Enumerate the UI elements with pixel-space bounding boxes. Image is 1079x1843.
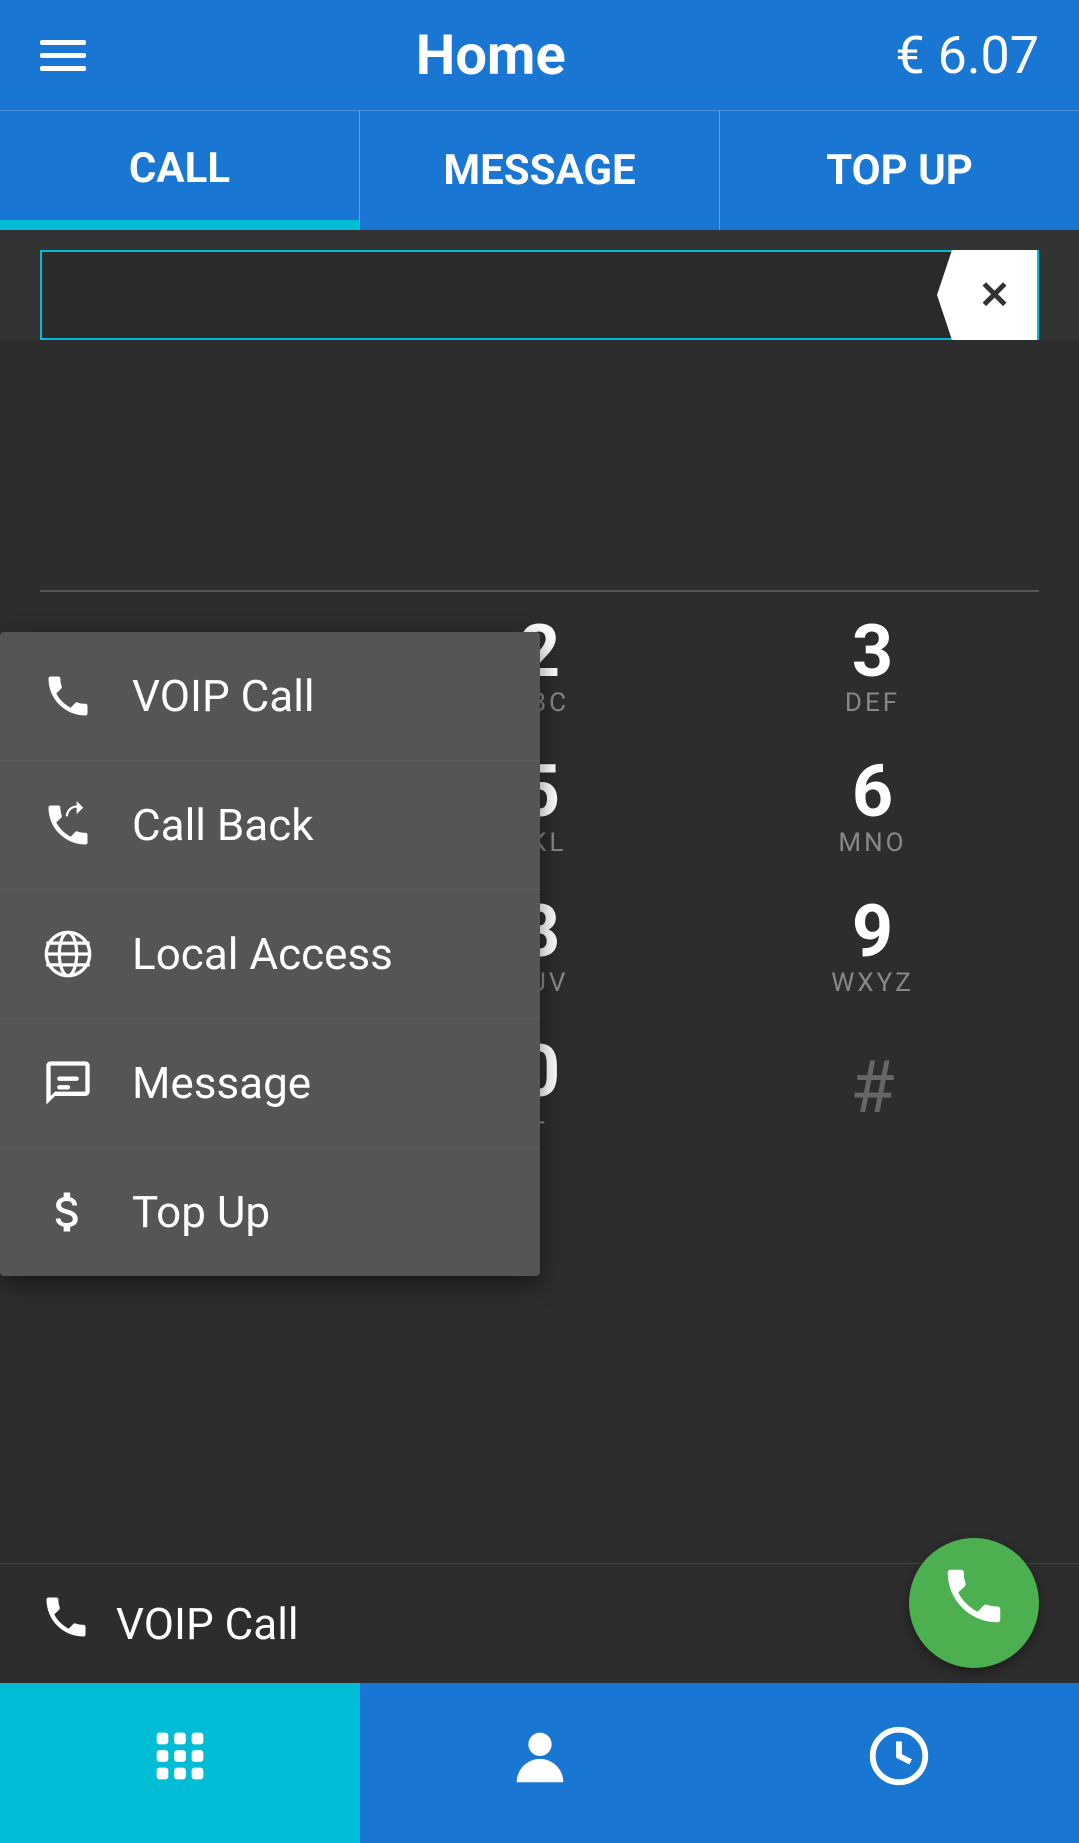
dropdown-menu: VOIP Call Call Back [0, 632, 540, 1276]
dropdown-item-top-up[interactable]: Top Up [0, 1148, 540, 1276]
app-header: Home € 6.07 [0, 0, 1079, 110]
dial-key-9[interactable]: 9 WXYZ [733, 882, 1013, 1012]
local-access-label: Local Access [132, 928, 393, 980]
menu-button[interactable] [40, 40, 86, 71]
divider [40, 590, 1039, 592]
tab-bar: CALL MESSAGE TOP UP [0, 110, 1079, 230]
dropdown-item-call-back[interactable]: Call Back [0, 761, 540, 890]
bottom-nav [0, 1683, 1079, 1843]
dialpad-area: ✕ [0, 230, 1079, 340]
dropdown-item-voip-call[interactable]: VOIP Call [0, 632, 540, 761]
clock-icon [864, 1721, 934, 1806]
dialpad: 1 2 ABC 3 DEF VOIP Call [0, 602, 1079, 1152]
balance-display: € 6.07 [895, 25, 1039, 86]
call-back-label: Call Back [132, 799, 314, 851]
call-back-icon [40, 797, 96, 853]
call-fab-button[interactable] [909, 1538, 1039, 1668]
tab-call[interactable]: CALL [0, 111, 360, 230]
local-access-icon [40, 926, 96, 982]
contacts-area [0, 350, 1079, 590]
backspace-icon: ✕ [979, 273, 1011, 318]
phone-input[interactable] [42, 273, 937, 318]
dial-key-6[interactable]: 6 MNO [733, 742, 1013, 872]
dial-key-3[interactable]: 3 DEF [733, 602, 1013, 732]
tab-topup[interactable]: TOP UP [720, 111, 1079, 230]
call-bar-label: VOIP Call [116, 1598, 1001, 1650]
dial-key-hash[interactable]: # [733, 1022, 1013, 1152]
voip-call-label: VOIP Call [132, 670, 315, 722]
dialpad-icon [145, 1721, 215, 1806]
top-up-icon [40, 1184, 96, 1240]
top-up-label: Top Up [132, 1186, 270, 1238]
contacts-icon [505, 1721, 575, 1806]
dropdown-item-message[interactable]: Message [0, 1019, 540, 1148]
backspace-button[interactable]: ✕ [937, 250, 1037, 340]
bottom-nav-dialpad[interactable] [0, 1683, 360, 1843]
message-icon [40, 1055, 96, 1111]
call-fab-icon [939, 1561, 1009, 1646]
phone-input-row: ✕ [40, 250, 1039, 340]
call-bar-phone-icon [40, 1591, 92, 1656]
voip-call-icon [40, 668, 96, 724]
bottom-nav-recents[interactable] [719, 1683, 1079, 1843]
app-title: Home [416, 22, 566, 88]
message-label: Message [132, 1057, 311, 1109]
dropdown-item-local-access[interactable]: Local Access [0, 890, 540, 1019]
bottom-nav-contacts[interactable] [360, 1683, 720, 1843]
tab-message[interactable]: MESSAGE [360, 111, 720, 230]
